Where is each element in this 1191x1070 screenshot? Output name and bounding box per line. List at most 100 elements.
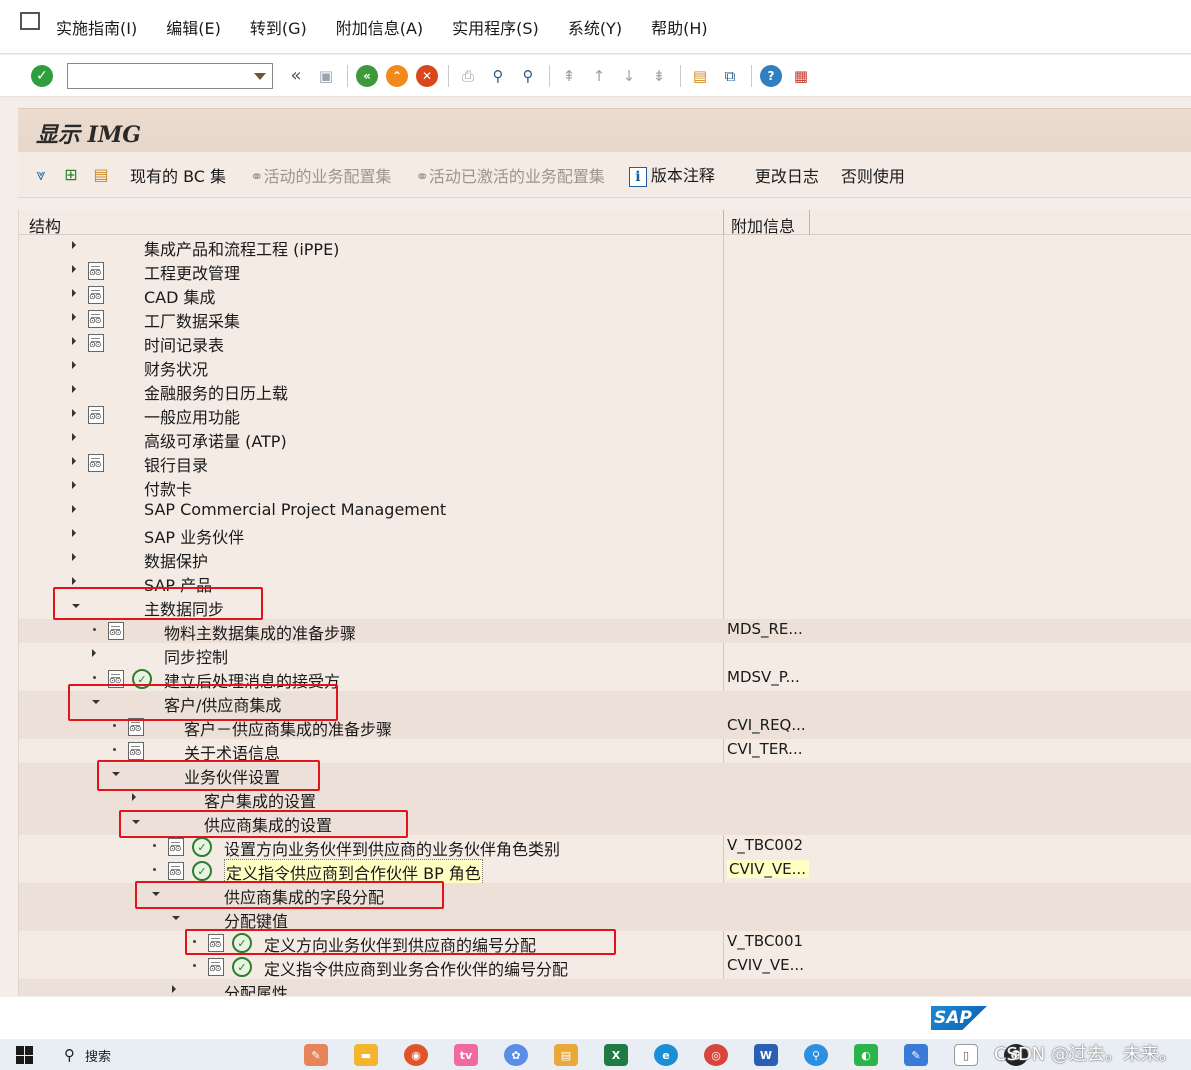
- tree-node-label[interactable]: SAP 业务伙伴: [144, 524, 244, 548]
- tree-row[interactable]: 客户集成的设置: [19, 787, 1191, 811]
- command-input[interactable]: [68, 63, 244, 88]
- collapse-node-icon[interactable]: [112, 772, 120, 776]
- tree-node-label[interactable]: 财务状况: [144, 356, 208, 380]
- cancel-icon[interactable]: ✕: [416, 64, 438, 87]
- documentation-icon[interactable]: [88, 262, 104, 280]
- collapse-node-icon[interactable]: [172, 916, 180, 920]
- tree-node-label[interactable]: 同步控制: [164, 644, 228, 668]
- expand-node-icon[interactable]: [172, 985, 176, 993]
- tree-node-label[interactable]: 关于术语信息: [184, 740, 280, 764]
- prev-page-icon[interactable]: ↑: [588, 65, 610, 87]
- change-log-button[interactable]: 更改日志: [755, 163, 819, 187]
- tree-node-label[interactable]: 定义指令供应商到合作伙伴 BP 角色: [224, 859, 483, 885]
- explorer-icon[interactable]: ▬: [354, 1044, 378, 1066]
- execute-activity-icon[interactable]: ✓: [192, 837, 212, 857]
- tree-node-label[interactable]: 业务伙伴设置: [184, 764, 280, 788]
- tree-row[interactable]: 集成产品和流程工程 (iPPE): [19, 235, 1191, 259]
- tree-row[interactable]: ✓ 定义方向业务伙伴到供应商的编号分配 V_TBC001: [19, 931, 1191, 955]
- tree-node-label[interactable]: 时间记录表: [144, 332, 224, 356]
- edge-icon[interactable]: e: [654, 1044, 678, 1066]
- execute-activity-icon[interactable]: ✓: [192, 861, 212, 881]
- search-app-icon[interactable]: ⚲: [804, 1044, 828, 1066]
- back-nav-icon[interactable]: «: [285, 65, 307, 87]
- tree-row[interactable]: ✓ 定义指令供应商到业务合作伙伴的编号分配 CVIV_VE...: [19, 955, 1191, 979]
- expand-node-icon[interactable]: [72, 409, 76, 417]
- tree-node-label[interactable]: 工程更改管理: [144, 260, 240, 284]
- menu-guide[interactable]: 实施指南(I): [56, 15, 137, 39]
- collapse-subtree-icon[interactable]: ⊞: [60, 164, 82, 186]
- tree-node-label[interactable]: 金融服务的日历上载: [144, 380, 288, 404]
- expand-node-icon[interactable]: [72, 361, 76, 369]
- chevron-down-icon[interactable]: [254, 72, 266, 80]
- tree-row[interactable]: ✓ 设置方向业务伙伴到供应商的业务伙伴角色类别 V_TBC002: [19, 835, 1191, 859]
- bilibili-icon[interactable]: tv: [454, 1044, 478, 1066]
- column-divider[interactable]: [723, 210, 724, 235]
- tree-node-label[interactable]: 物料主数据集成的准备步骤: [164, 620, 356, 644]
- tree-node-label[interactable]: 高级可承诺量 (ATP): [144, 428, 287, 452]
- collapse-node-icon[interactable]: [92, 700, 100, 704]
- documentation-icon[interactable]: [208, 934, 224, 952]
- excel-icon[interactable]: X: [604, 1044, 628, 1066]
- tree-node-label[interactable]: 主数据同步: [144, 596, 224, 620]
- execute-activity-icon[interactable]: ✓: [232, 933, 252, 953]
- help-icon[interactable]: ?: [760, 64, 782, 87]
- first-page-icon[interactable]: ⇞: [558, 65, 580, 87]
- tree-row[interactable]: 分配属性: [19, 979, 1191, 996]
- tree-node-label[interactable]: SAP 产品: [144, 572, 212, 596]
- tree-row[interactable]: 工程更改管理: [19, 259, 1191, 283]
- last-page-icon[interactable]: ⇟: [648, 65, 670, 87]
- tree-row[interactable]: 银行目录: [19, 451, 1191, 475]
- file-manager-icon[interactable]: ▤: [554, 1044, 578, 1066]
- expand-node-icon[interactable]: [72, 505, 76, 513]
- documentation-icon[interactable]: [88, 454, 104, 472]
- tree-row[interactable]: 同步控制: [19, 643, 1191, 667]
- save-icon[interactable]: ▣: [315, 65, 337, 87]
- tree-node-label[interactable]: 工厂数据采集: [144, 308, 240, 332]
- find-next-icon[interactable]: ⚲: [517, 65, 539, 87]
- tree-node-label[interactable]: 分配属性: [224, 980, 288, 996]
- clipboard-icon[interactable]: ▤: [90, 164, 112, 186]
- column-divider[interactable]: [809, 210, 810, 235]
- documentation-icon[interactable]: [168, 838, 184, 856]
- new-session-icon[interactable]: ▤: [689, 65, 711, 87]
- otherwise-used-button[interactable]: 否则使用: [841, 163, 905, 187]
- menu-system[interactable]: 系统(Y): [568, 15, 622, 39]
- windows-start-icon[interactable]: [16, 1046, 34, 1064]
- documentation-icon[interactable]: [108, 670, 124, 688]
- tree-node-label[interactable]: SAP Commercial Project Management: [144, 500, 446, 519]
- activated-bc-sets-button[interactable]: ⚭活动已激活的业务配置集: [415, 163, 604, 187]
- tree-row[interactable]: 时间记录表: [19, 331, 1191, 355]
- tree-row[interactable]: 供应商集成的字段分配: [19, 883, 1191, 907]
- tree-node-label[interactable]: 集成产品和流程工程 (iPPE): [144, 236, 339, 260]
- word-icon[interactable]: W: [754, 1044, 778, 1066]
- tree-node-label[interactable]: 客户－供应商集成的准备步骤: [184, 716, 392, 740]
- exit-icon[interactable]: ⌃: [386, 64, 408, 87]
- tree-node-label[interactable]: 客户/供应商集成: [164, 692, 281, 716]
- existing-bc-sets-button[interactable]: 现有的 BC 集: [130, 163, 226, 187]
- column-additional-info[interactable]: 附加信息: [731, 213, 795, 237]
- tree-row[interactable]: ✓ 建立后处理消息的接受方 MDSV_P...: [19, 667, 1191, 691]
- documentation-icon[interactable]: [88, 310, 104, 328]
- tree-row[interactable]: 金融服务的日历上载: [19, 379, 1191, 403]
- active-bc-sets-button[interactable]: ⚭活动的业务配置集: [250, 163, 391, 187]
- tree-node-label[interactable]: 银行目录: [144, 452, 208, 476]
- collapse-node-icon[interactable]: [72, 604, 80, 608]
- tree-row[interactable]: SAP Commercial Project Management: [19, 499, 1191, 523]
- expand-node-icon[interactable]: [72, 457, 76, 465]
- collapse-node-icon[interactable]: [132, 820, 140, 824]
- tree-row[interactable]: 供应商集成的设置: [19, 811, 1191, 835]
- expand-subtree-icon[interactable]: ⩔: [30, 164, 52, 186]
- wechat-icon[interactable]: ◐: [854, 1044, 878, 1066]
- tree-node-label[interactable]: 定义方向业务伙伴到供应商的编号分配: [264, 932, 536, 956]
- tree-row[interactable]: 财务状况: [19, 355, 1191, 379]
- shortcut-icon[interactable]: ⧉: [719, 65, 741, 87]
- print-icon[interactable]: ⎙: [457, 65, 479, 87]
- tree-row[interactable]: ✓ 定义指令供应商到合作伙伴 BP 角色 CVIV_VE...: [19, 859, 1191, 885]
- find-icon[interactable]: ⚲: [487, 65, 509, 87]
- expand-node-icon[interactable]: [72, 529, 76, 537]
- chrome-icon[interactable]: ◎: [704, 1044, 728, 1066]
- expand-node-icon[interactable]: [72, 313, 76, 321]
- enter-icon[interactable]: ✓: [31, 64, 53, 87]
- menu-goto[interactable]: 转到(G): [250, 15, 307, 39]
- tree-node-label[interactable]: 建立后处理消息的接受方: [164, 668, 340, 692]
